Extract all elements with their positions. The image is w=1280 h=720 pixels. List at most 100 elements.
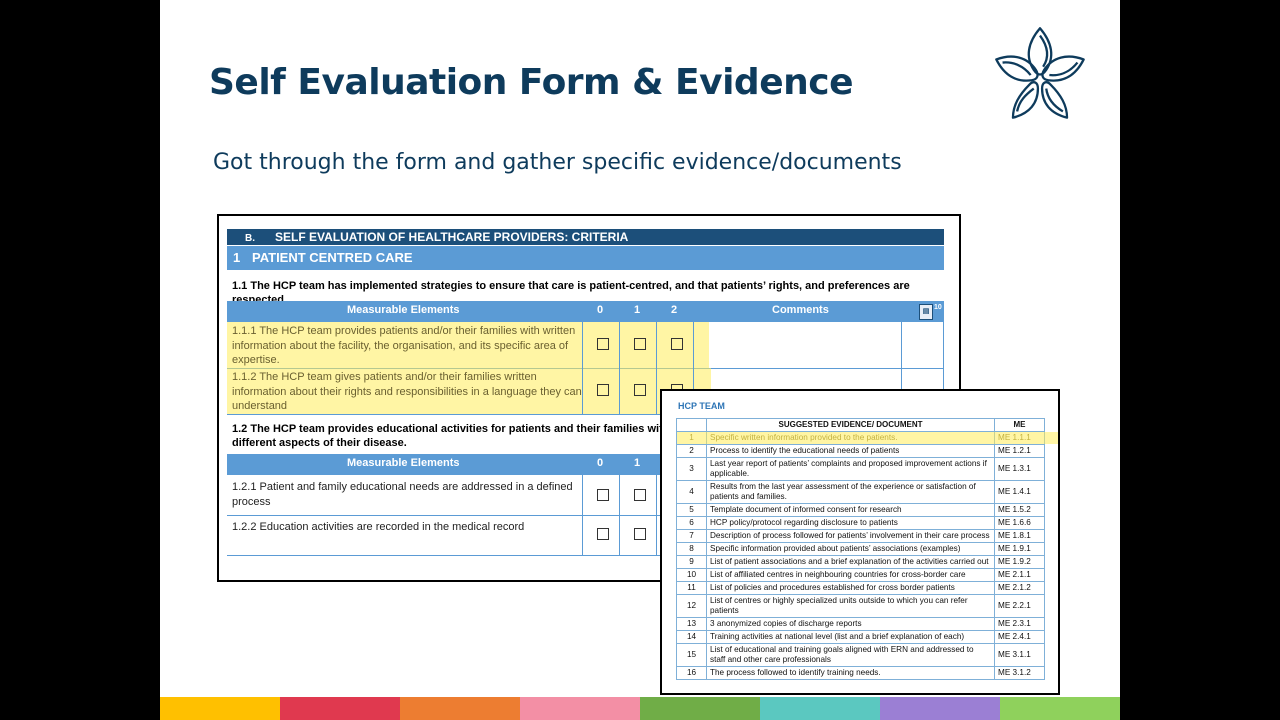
evidence-row-me: ME 3.1.2 [995,667,1045,679]
evidence-row-me: ME 2.2.1 [995,595,1045,617]
color-bar-segment [640,697,760,720]
section-bar: 1 PATIENT CENTRED CARE [227,246,944,270]
table-row: 3 Last year report of patients’ complaint… [677,458,1045,481]
comment-note-icon[interactable]: ▤ [919,304,933,320]
evidence-row-number: 11 [677,582,707,594]
evidence-row-me: ME 1.5.2 [995,504,1045,516]
evidence-row-document: Last year report of patients’ complaints… [707,458,995,480]
evidence-row-me: ME 1.4.1 [995,481,1045,503]
evidence-row-number: 5 [677,504,707,516]
col-2-label: 2 [671,304,678,316]
evidence-row-number: 1 [677,432,707,444]
comment-note-count: 10 [934,304,942,311]
me-1-1-2-text: 1.1.2 The HCP team gives patients and/or… [232,371,582,412]
evidence-row-document: Specific information provided about pati… [707,543,995,555]
evidence-row-me: ME 2.1.1 [995,569,1045,581]
table-row: 8 Specific information provided about pat… [677,543,1045,556]
evidence-row-number: 7 [677,530,707,542]
evidence-row-number: 10 [677,569,707,581]
measurable-header-1: Measurable Elements 0 1 2 Comments ▤ 10 [227,301,944,321]
evidence-row-number: 12 [677,595,707,617]
evidence-row-me: ME 1.9.1 [995,543,1045,555]
color-bar-segment [1000,697,1120,720]
table-row: 11 List of policies and procedures establ… [677,582,1045,595]
score-0-checkbox[interactable] [597,338,609,350]
evidence-row-document: List of patient associations and a brief… [707,556,995,568]
color-bar-segment [520,697,640,720]
section-number: 1 [233,250,241,265]
evidence-row-me: ME 2.4.1 [995,631,1045,643]
table-row: 2 Process to identify the educational nee… [677,445,1045,458]
evidence-rows: 1 Specific written information provided t… [677,432,1058,680]
evidence-table: SUGGESTED EVIDENCE/ DOCUMENT ME 1 Specifi… [676,418,1058,680]
col-0-label: 0 [597,304,604,316]
form-header-letter: B. [245,233,255,244]
evidence-row-me: ME 2.3.1 [995,618,1045,630]
evidence-row-number: 6 [677,517,707,529]
table-row: 12 List of centres or highly specialized … [677,595,1045,618]
evidence-row-number: 13 [677,618,707,630]
color-bar-segment [760,697,880,720]
table-row: 4 Results from the last year assessment o… [677,481,1045,504]
evidence-row-document: HCP policy/protocol regarding disclosure… [707,517,995,529]
evidence-row-document: List of affiliated centres in neighbouri… [707,569,995,581]
score-1-checkbox[interactable] [634,384,646,396]
evidence-row-number: 8 [677,543,707,555]
table-row: 9 List of patient associations and a brie… [677,556,1045,569]
evidence-row-me: ME 1.6.6 [995,517,1045,529]
color-bar-segment [160,697,280,720]
table-row: 1.1.1 The HCP team provides patients and… [227,322,944,369]
score-0-checkbox[interactable] [597,489,609,501]
me-1-2-1-text: 1.2.1 Patient and family educational nee… [232,481,573,508]
evidence-row-document: Results from the last year assessment of… [707,481,995,503]
evidence-row-document: List of centres or highly specialized un… [707,595,995,617]
evidence-row-me: ME 2.1.2 [995,582,1045,594]
evidence-row-number: 2 [677,445,707,457]
evidence-row-document: 3 anonymized copies of discharge reports [707,618,995,630]
evidence-row-me: ME 1.3.1 [995,458,1045,480]
table-row: 6 HCP policy/protocol regarding disclosur… [677,517,1045,530]
table-row: 15 List of educational and training goals… [677,644,1045,667]
evidence-row-document: List of educational and training goals a… [707,644,995,666]
col-comments-label: Comments [772,304,829,316]
section-title: PATIENT CENTRED CARE [252,250,413,265]
score-1-checkbox[interactable] [634,489,646,501]
bottom-color-bar [160,697,1120,720]
score-2-checkbox[interactable] [671,338,683,350]
evidence-row-number: 15 [677,644,707,666]
score-1-checkbox[interactable] [634,528,646,540]
table-row: 1 Specific written information provided t… [677,432,1058,445]
slide: Self Evaluation Form & Evidence Got thro… [160,0,1120,720]
evidence-me-header: ME [995,419,1045,431]
evidence-row-number: 3 [677,458,707,480]
evidence-row-me: ME 3.1.1 [995,644,1045,666]
flower-logo-icon [995,27,1085,119]
evidence-row-me: ME 1.2.1 [995,445,1045,457]
evidence-row-document: Template document of informed consent fo… [707,504,995,516]
col-1-label: 1 [634,457,641,469]
evidence-doc-header: SUGGESTED EVIDENCE/ DOCUMENT [707,419,995,431]
col-measurable-label: Measurable Elements [347,304,460,316]
score-0-checkbox[interactable] [597,384,609,396]
me-1-1-1-text: 1.1.1 The HCP team provides patients and… [232,325,576,366]
table-row: 10 List of affiliated centres in neighbou… [677,569,1045,582]
form-header-text: SELF EVALUATION OF HEALTHCARE PROVIDERS:… [275,230,629,244]
col-0-label: 0 [597,457,604,469]
evidence-row-number: 9 [677,556,707,568]
evidence-row-document: Training activities at national level (l… [707,631,995,643]
evidence-row-number: 4 [677,481,707,503]
table-row: 13 3 anonymized copies of discharge repor… [677,618,1045,631]
color-bar-segment [280,697,400,720]
evidence-table-header: SUGGESTED EVIDENCE/ DOCUMENT ME [677,419,1045,432]
form-header: B. SELF EVALUATION OF HEALTHCARE PROVIDER… [227,229,944,245]
evidence-row-document: Process to identify the educational need… [707,445,995,457]
suggested-evidence-panel: HCP TEAM SUGGESTED EVIDENCE/ DOCUMENT ME… [660,389,1060,695]
table-row: 5 Template document of informed consent f… [677,504,1045,517]
evidence-row-number: 14 [677,631,707,643]
score-1-checkbox[interactable] [634,338,646,350]
evidence-row-document: Description of process followed for pati… [707,530,995,542]
evidence-row-me: ME 1.1.1 [995,432,1045,444]
evidence-row-me: ME 1.9.2 [995,556,1045,568]
table-row: 7 Description of process followed for pat… [677,530,1045,543]
score-0-checkbox[interactable] [597,528,609,540]
